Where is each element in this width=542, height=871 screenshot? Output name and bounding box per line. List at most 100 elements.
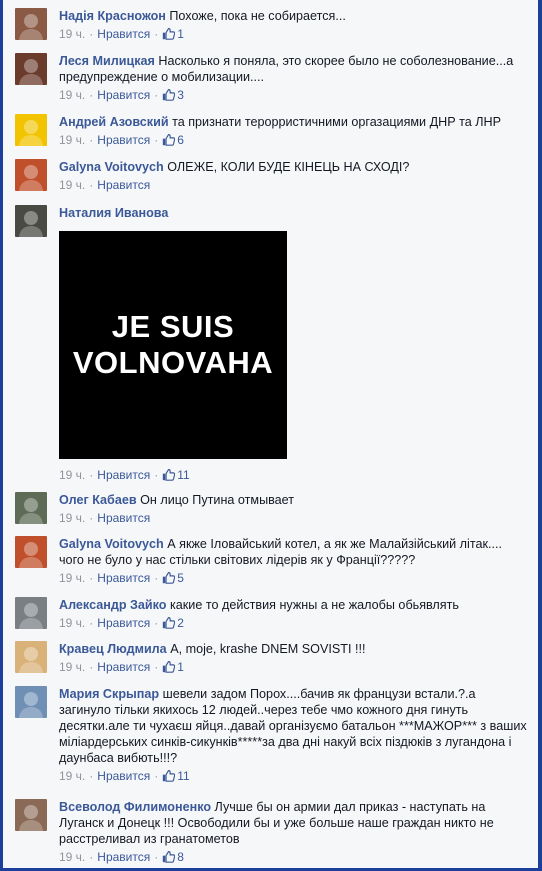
comment-timestamp[interactable]: 19 ч. xyxy=(59,133,85,147)
like-button[interactable]: Нравится xyxy=(97,27,150,41)
comment-timestamp[interactable]: 19 ч. xyxy=(59,571,85,585)
comment-text-block: Galyna Voitovych А якже Іловайський коте… xyxy=(59,536,530,568)
thumbs-up-icon xyxy=(162,88,176,105)
avatar[interactable] xyxy=(15,799,47,831)
comment-meta: 19 ч. · Нравится · 5 xyxy=(59,570,530,588)
comment-meta: 19 ч. · Нравится · 1 xyxy=(59,659,530,677)
separator-dot: · xyxy=(89,88,94,102)
comment-timestamp[interactable]: 19 ч. xyxy=(59,616,85,630)
thumbs-up-icon xyxy=(162,571,176,588)
like-button[interactable]: Нравится xyxy=(97,660,150,674)
comment-text-block: Всеволод Филимоненко Лучше бы он армии д… xyxy=(59,799,530,847)
comment-body: Galyna Voitovych ОЛЕЖЕ, КОЛИ БУДЕ КІНЕЦЬ… xyxy=(59,159,530,193)
like-button[interactable]: Нравится xyxy=(97,616,150,630)
avatar[interactable] xyxy=(15,159,47,191)
comment-author-link[interactable]: Всеволод Филимоненко xyxy=(59,800,211,814)
separator-dot: · xyxy=(89,178,94,192)
user-avatar-icon xyxy=(15,53,47,85)
comment-text-block: Galyna Voitovych ОЛЕЖЕ, КОЛИ БУДЕ КІНЕЦЬ… xyxy=(59,159,530,175)
like-count-value: 3 xyxy=(177,88,184,102)
like-count[interactable]: 1 xyxy=(162,27,184,41)
avatar[interactable] xyxy=(15,597,47,629)
user-avatar-icon xyxy=(15,597,47,629)
like-button[interactable]: Нравится xyxy=(97,133,150,147)
comment-author-link[interactable]: Леся Милицкая xyxy=(59,54,155,68)
comment-text-block: Мария Скрыпар шевели задом Порох....бачи… xyxy=(59,686,530,766)
separator-dot: · xyxy=(89,133,94,147)
comment-body: Всеволод Филимоненко Лучше бы он армии д… xyxy=(59,799,530,867)
like-count[interactable]: 8 xyxy=(162,850,184,864)
thumbs-up-icon xyxy=(162,27,176,44)
separator-dot: · xyxy=(154,616,159,630)
user-avatar-icon xyxy=(15,536,47,568)
like-button[interactable]: Нравится xyxy=(97,769,150,783)
photo-caption-line: VOLNOVAHA xyxy=(72,345,274,380)
avatar[interactable] xyxy=(15,8,47,40)
like-button[interactable]: Нравится xyxy=(97,468,150,482)
avatar[interactable] xyxy=(15,114,47,146)
comment-timestamp[interactable]: 19 ч. xyxy=(59,511,85,525)
comment-author-link[interactable]: Андрей Азовский xyxy=(59,115,169,129)
comment-text: Он лицо Путина отмывает xyxy=(140,493,295,507)
comment-meta: 19 ч. · Нравится · 8 xyxy=(59,849,530,867)
comment-author-link[interactable]: Наталия Иванова xyxy=(59,206,168,220)
like-count[interactable]: 6 xyxy=(162,133,184,147)
comment-timestamp[interactable]: 19 ч. xyxy=(59,27,85,41)
comment-timestamp[interactable]: 19 ч. xyxy=(59,88,85,102)
thumbs-up-icon xyxy=(162,133,176,150)
comment-body: Андрей Азовский та признати терорристичн… xyxy=(59,114,530,150)
comment-body: Кравец Людмила А, moje, krashe DNEM SOVI… xyxy=(59,641,530,677)
like-count[interactable]: 5 xyxy=(162,571,184,585)
like-count[interactable]: 11 xyxy=(162,769,190,786)
separator-dot: · xyxy=(154,850,159,864)
like-button[interactable]: Нравится xyxy=(97,511,150,525)
separator-dot: · xyxy=(89,468,94,482)
user-avatar-icon xyxy=(15,799,47,831)
thumbs-up-icon xyxy=(162,468,176,485)
comment-author-link[interactable]: Олег Кабаев xyxy=(59,493,137,507)
comment-timestamp[interactable]: 19 ч. xyxy=(59,660,85,674)
comment-author-link[interactable]: Кравец Людмила xyxy=(59,642,167,656)
comment-meta: 19 ч. · Нравится · 11 xyxy=(59,768,530,786)
like-button[interactable]: Нравится xyxy=(97,571,150,585)
avatar[interactable] xyxy=(15,536,47,568)
like-button[interactable]: Нравится xyxy=(97,850,150,864)
comment-author-link[interactable]: Galyna Voitovych xyxy=(59,537,164,551)
thumbs-up-icon xyxy=(162,616,176,633)
avatar[interactable] xyxy=(15,205,47,237)
separator-dot: · xyxy=(154,571,159,585)
comment-timestamp[interactable]: 19 ч. xyxy=(59,850,85,864)
separator-dot: · xyxy=(89,769,94,783)
like-button[interactable]: Нравится xyxy=(97,178,150,192)
comment-timestamp[interactable]: 19 ч. xyxy=(59,178,85,192)
user-avatar-icon xyxy=(15,159,47,191)
comment-author-link[interactable]: Мария Скрыпар xyxy=(59,687,159,701)
separator-dot: · xyxy=(154,88,159,102)
comment-text-block: Александр Зайко какие то действия нужны … xyxy=(59,597,530,613)
avatar[interactable] xyxy=(15,492,47,524)
separator-dot: · xyxy=(154,660,159,674)
comment-text-block: Олег Кабаев Он лицо Путина отмывает xyxy=(59,492,530,508)
like-count-value: 1 xyxy=(177,27,184,41)
avatar[interactable] xyxy=(15,686,47,718)
like-count-value: 6 xyxy=(177,133,184,147)
comment-timestamp[interactable]: 19 ч. xyxy=(59,468,85,482)
comment-author-link[interactable]: Galyna Voitovych xyxy=(59,160,164,174)
like-count[interactable]: 3 xyxy=(162,88,184,102)
separator-dot: · xyxy=(154,769,159,783)
like-count[interactable]: 1 xyxy=(162,660,184,674)
like-count[interactable]: 2 xyxy=(162,616,184,630)
avatar[interactable] xyxy=(15,641,47,673)
like-button[interactable]: Нравится xyxy=(97,88,150,102)
user-avatar-icon xyxy=(15,641,47,673)
avatar[interactable] xyxy=(15,53,47,85)
comment-timestamp[interactable]: 19 ч. xyxy=(59,769,85,783)
like-count[interactable]: 11 xyxy=(162,468,190,485)
thumbs-up-icon xyxy=(162,769,176,786)
comment-author-link[interactable]: Надія Красножон xyxy=(59,9,166,23)
comment-text-block: Андрей Азовский та признати терорристичн… xyxy=(59,114,530,130)
like-count-value: 5 xyxy=(177,571,184,585)
comment-photo[interactable]: JE SUIS VOLNOVAHA xyxy=(59,231,287,459)
user-avatar-icon xyxy=(15,686,47,718)
comment-author-link[interactable]: Александр Зайко xyxy=(59,598,167,612)
